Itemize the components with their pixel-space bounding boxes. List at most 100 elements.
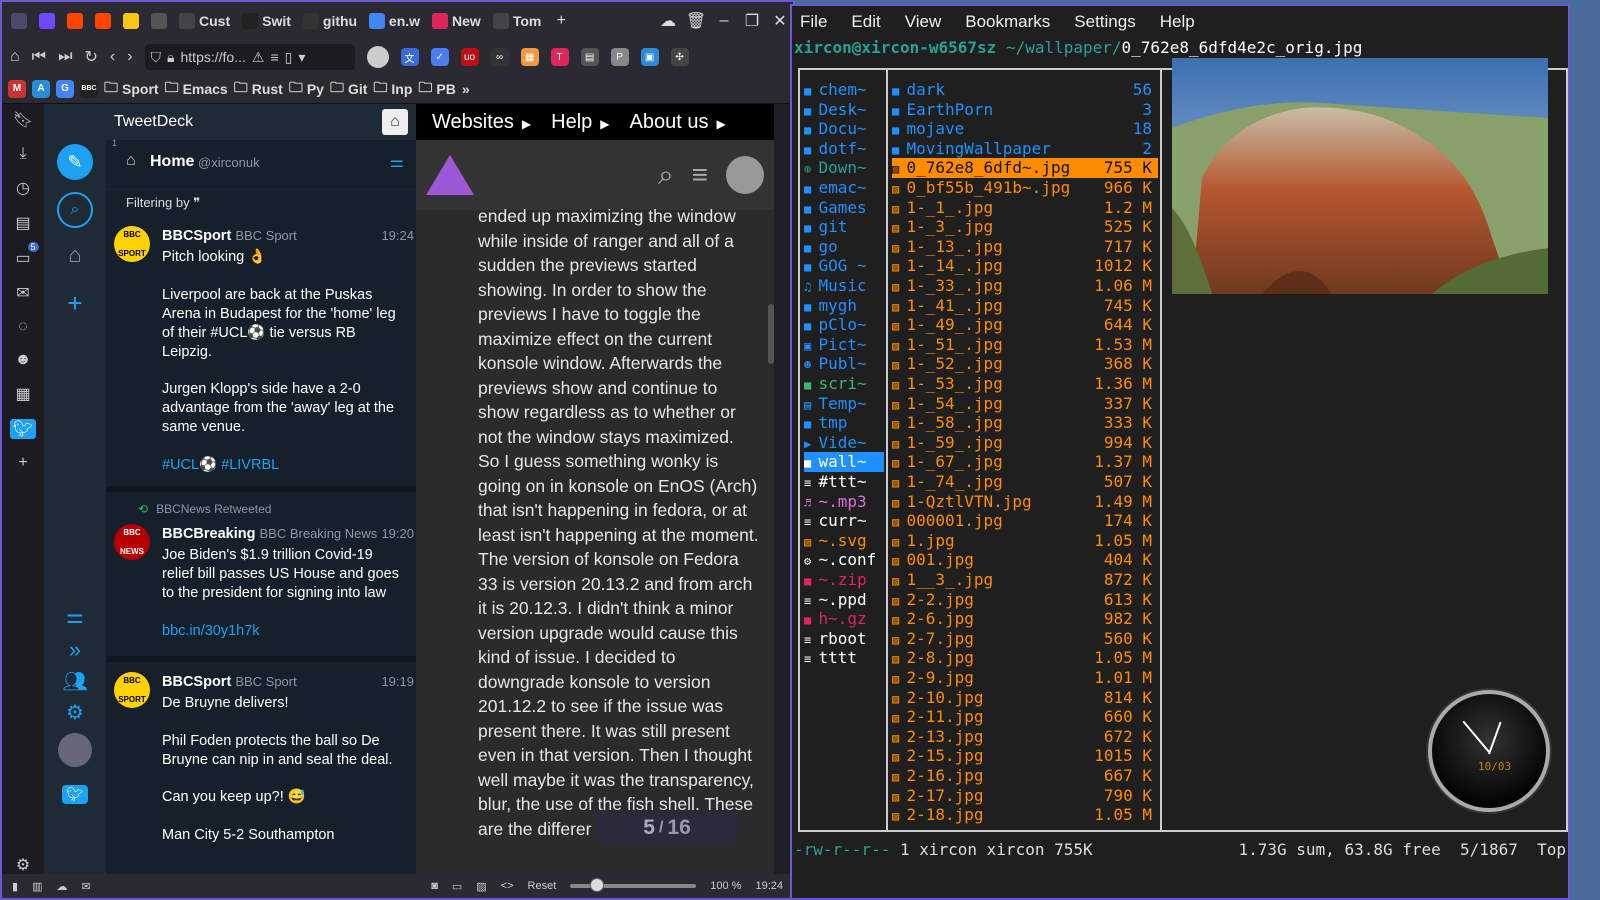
- tweet-time[interactable]: 19:19: [381, 672, 414, 691]
- ublock-icon[interactable]: uo: [460, 48, 479, 66]
- reload-icon[interactable]: ↻: [84, 47, 97, 67]
- ranger-file-entry[interactable]: ▨ 1-_74_.jpg 507 K: [892, 472, 1158, 492]
- ranger-file-entry[interactable]: ▨ 2-18.jpg 1.05 M: [892, 805, 1158, 825]
- chevron-down-icon[interactable]: ▾: [298, 49, 305, 66]
- tab-7[interactable]: Swit: [237, 6, 296, 36]
- gallery-icon[interactable]: ▤: [580, 48, 599, 66]
- mail-icon[interactable]: ✉: [16, 283, 29, 303]
- google-icon[interactable]: G: [56, 79, 74, 98]
- avatar[interactable]: [366, 46, 389, 68]
- ranger-entry[interactable]: ■ Games: [804, 198, 884, 218]
- zoom-slider[interactable]: [570, 878, 697, 892]
- forward-icon[interactable]: ›: [127, 48, 132, 66]
- address-bar[interactable]: ⛉ 🔒︎ https://fo... ⚠ ≡ ▯ ▾: [144, 44, 355, 70]
- ranger-entry[interactable]: ■ h~.gz: [804, 609, 884, 629]
- tweet-avatar[interactable]: BBC SPORT: [114, 672, 150, 708]
- ranger-entry[interactable]: ■ chem~: [804, 80, 884, 100]
- tab-6[interactable]: Cust: [174, 6, 235, 36]
- zoom-slider-handle[interactable]: [590, 878, 605, 892]
- bookmark-icon[interactable]: ▯: [285, 49, 293, 66]
- ranger-entry[interactable]: ■ GOG ~: [804, 256, 884, 276]
- ranger-file-entry[interactable]: ▨ 1-_58_.jpg 333 K: [892, 413, 1158, 433]
- ranger-entry[interactable]: ♬ ~.mp3: [804, 492, 884, 512]
- p-extension-icon[interactable]: P: [610, 48, 629, 66]
- ranger-file-entry[interactable]: ▨ 1-_51_.jpg 1.53 M: [892, 335, 1158, 355]
- tweet-link[interactable]: bbc.in/30y1h7k: [162, 622, 407, 641]
- tweet-handle[interactable]: BBC Sport: [235, 674, 296, 689]
- home-column-icon[interactable]: ⌂: [68, 242, 81, 268]
- ranger-file-entry[interactable]: ▨ 1-_3_.jpg 525 K: [892, 217, 1158, 237]
- ranger-entry[interactable]: ■ ~.zip: [804, 570, 884, 590]
- konsole-menu-view[interactable]: View: [905, 12, 942, 32]
- tweet-time[interactable]: 19:24: [381, 226, 414, 245]
- code-icon[interactable]: <>: [501, 880, 514, 892]
- ranger-file-entry[interactable]: ▨ 2-17.jpg 790 K: [892, 786, 1158, 806]
- ranger-file-entry[interactable]: ■ MovingWallpaper 2: [892, 139, 1158, 159]
- ranger-entry[interactable]: ≡ ~.ppd: [804, 590, 884, 610]
- notes-icon[interactable]: ▤: [15, 213, 30, 233]
- extension-blue-icon[interactable]: ✓: [430, 48, 449, 66]
- tweet[interactable]: ⟲ BBCNews Retweeted BBC NEWS BBCBreaking BB…: [106, 492, 416, 662]
- ranger-file-entry[interactable]: ▨ 1-_49_.jpg 644 K: [892, 315, 1158, 335]
- ranger-file-entry[interactable]: ▨ 0_bf55b_491b~.jpg 966 K: [892, 178, 1158, 198]
- first-icon[interactable]: ⏮: [32, 48, 46, 66]
- reader-icon[interactable]: ≡: [270, 49, 278, 65]
- ranger-entry[interactable]: ■ dotf~: [804, 139, 884, 159]
- extensions-icon[interactable]: ✣: [670, 48, 689, 66]
- settings-gear-icon[interactable]: ⚙: [66, 700, 84, 725]
- back-icon[interactable]: ‹: [110, 48, 115, 66]
- ranger-entry[interactable]: ♫ Music: [804, 276, 884, 296]
- tab-8[interactable]: githu: [298, 6, 362, 36]
- tweet-avatar[interactable]: BBC NEWS: [114, 524, 150, 560]
- history-icon[interactable]: ◷: [16, 178, 30, 198]
- pink-extension-icon[interactable]: T: [550, 48, 569, 66]
- panel-toggle-icon[interactable]: ▮: [12, 880, 18, 893]
- ranger-entry[interactable]: ⚙ ~.conf: [804, 550, 884, 570]
- ranger-file-entry[interactable]: ▨ 2-2.jpg 613 K: [892, 590, 1158, 610]
- ranger-file-entry[interactable]: ▨ 1-_1_.jpg 1.2 M: [892, 198, 1158, 218]
- calendar-icon[interactable]: ▦: [15, 384, 30, 404]
- konsole-menu-settings[interactable]: Settings: [1074, 12, 1135, 32]
- ranger-file-entry[interactable]: ■ dark 56: [892, 80, 1158, 100]
- konsole-menu-edit[interactable]: Edit: [851, 12, 880, 32]
- save-icon[interactable]: ▣: [640, 48, 659, 66]
- ranger-entry[interactable]: ■ Desk~: [804, 100, 884, 120]
- home-icon[interactable]: ⌂: [10, 48, 20, 66]
- user-avatar[interactable]: [726, 156, 764, 194]
- downloads-icon[interactable]: ⤓: [19, 145, 26, 163]
- ranger-entry[interactable]: ▨ ~.svg: [804, 531, 884, 551]
- ranger-entry[interactable]: ☻ Publ~: [804, 354, 884, 374]
- ranger-file-entry[interactable]: ▨ 1-_14_.jpg 1012 K: [892, 256, 1158, 276]
- ranger-file-entry[interactable]: ▨ 2-7.jpg 560 K: [892, 629, 1158, 649]
- tab-2[interactable]: [62, 6, 88, 36]
- add-column-icon[interactable]: +: [67, 288, 82, 319]
- ranger-file-entry[interactable]: ▨ 000001.jpg 174 K: [892, 511, 1158, 531]
- trash-icon[interactable]: 🗑︎: [683, 6, 709, 36]
- tiling-icon[interactable]: ▥: [32, 880, 42, 893]
- hamburger-menu-icon[interactable]: ≡: [692, 159, 708, 191]
- mail-status-icon[interactable]: ✉: [81, 880, 90, 893]
- ranger-file-entry[interactable]: ▨ 1-_53_.jpg 1.36 M: [892, 374, 1158, 394]
- tweet-link[interactable]: #UCL⚽ #LIVRBL: [162, 456, 407, 475]
- maximize-icon[interactable]: ❐: [739, 6, 765, 36]
- ranger-file-entry[interactable]: ▨ 2-10.jpg 814 K: [892, 688, 1158, 708]
- image-icon[interactable]: ▨: [476, 880, 486, 893]
- home-button[interactable]: ⌂: [382, 109, 408, 135]
- tweet-author[interactable]: BBCSport: [162, 674, 231, 690]
- konsole-menu-file[interactable]: File: [800, 12, 827, 32]
- cloud-icon[interactable]: ☁: [56, 880, 67, 893]
- capture-icon[interactable]: ◙: [431, 880, 438, 892]
- cloud-sync-icon[interactable]: ☁: [655, 6, 681, 36]
- window-icon[interactable]: ▭: [452, 880, 462, 893]
- twitter-bird-icon[interactable]: 🐦︎: [62, 785, 88, 804]
- tab-10[interactable]: New: [427, 6, 486, 36]
- search-icon[interactable]: ⌕: [57, 192, 93, 228]
- window-panel-icon[interactable]: ▭ 5: [15, 242, 39, 268]
- konsole-menu-bookmarks[interactable]: Bookmarks: [965, 12, 1050, 32]
- ranger-file-entry[interactable]: ▨ 1-_41_.jpg 745 K: [892, 296, 1158, 316]
- accounts-icon[interactable]: 👥︎: [62, 669, 87, 694]
- column-options-icon[interactable]: ⚌: [390, 152, 404, 172]
- more-bookmarks[interactable]: »: [462, 81, 470, 97]
- ranger-entry[interactable]: ▣ Pict~: [804, 335, 884, 355]
- bookmark-folder-git[interactable]: 🗀︎ Git: [330, 77, 367, 101]
